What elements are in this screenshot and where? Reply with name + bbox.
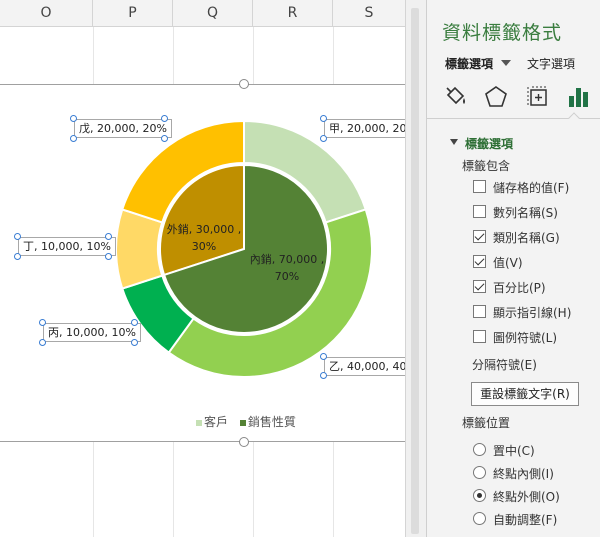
reset-label-text-button[interactable]: 重設標籤文字(R) [471, 382, 579, 406]
label-handle[interactable] [14, 253, 21, 260]
data-label-export-line2: 30% [191, 240, 217, 253]
column-header-p[interactable]: P [93, 0, 173, 27]
fill-bucket-icon[interactable] [443, 84, 469, 110]
radio-best-fit-button[interactable] [473, 512, 486, 525]
label-handle[interactable] [131, 339, 138, 346]
checkbox-series-name-box[interactable] [473, 205, 486, 218]
spreadsheet-area[interactable]: O P Q R S 甲, 20,000, 20 乙, 40,000, 40 丙,… [0, 0, 405, 537]
radio-outside-end-button[interactable] [473, 489, 486, 502]
column-header-s[interactable]: S [333, 0, 405, 27]
checkbox-category-name-label: 類別名稱(G) [493, 231, 560, 245]
label-handle[interactable] [105, 253, 112, 260]
column-headers: O P Q R S [0, 0, 405, 27]
collapse-triangle-icon[interactable] [450, 139, 458, 145]
pentagon-icon[interactable] [483, 84, 509, 110]
chevron-down-icon[interactable] [501, 60, 511, 66]
label-handle[interactable] [39, 319, 46, 326]
chart-resize-handle-top[interactable] [239, 79, 249, 89]
pane-title: 資料標籤格式 [442, 22, 563, 44]
tab-label-options[interactable]: 標籤選項 [445, 55, 493, 72]
size-properties-icon[interactable] [525, 84, 551, 110]
separator-label[interactable]: 分隔符號(E) [472, 356, 537, 373]
tab-text-options[interactable]: 文字選項 [527, 55, 575, 72]
column-header-q[interactable]: Q [173, 0, 253, 27]
radio-best-fit-label: 自動調整(F) [493, 513, 558, 527]
label-handle[interactable] [70, 135, 77, 142]
data-label-jia[interactable]: 甲, 20,000, 20 [324, 119, 405, 138]
scrollbar-thumb[interactable] [411, 8, 419, 534]
data-label-export[interactable]: 外銷, 30,000 , 30% [160, 221, 248, 255]
column-header-r[interactable]: R [253, 0, 333, 27]
data-label-domestic[interactable]: 內銷, 70,000 , 70% [244, 251, 330, 285]
section-label-options[interactable]: 標籤選項 [465, 135, 513, 152]
data-label-yi[interactable]: 乙, 40,000, 40 [324, 357, 405, 376]
checkbox-value-box[interactable] [473, 255, 486, 268]
label-position-heading: 標籤位置 [462, 416, 511, 430]
checkbox-cell-value-label: 儲存格的值(F) [493, 181, 570, 195]
checkbox-category-name-box[interactable] [473, 230, 486, 243]
data-label-export-line1: 外銷, 30,000 , [166, 223, 242, 236]
checkbox-legend-key-label: 圖例符號(L) [493, 331, 558, 345]
checkbox-cell-value-box[interactable] [473, 180, 486, 193]
outer-ring-slice-3[interactable] [115, 208, 164, 290]
label-handle[interactable] [161, 115, 168, 122]
data-label-bing[interactable]: 丙, 10,000, 10% [43, 323, 141, 342]
data-label-wu[interactable]: 戊, 20,000, 20% [74, 119, 172, 138]
active-tab-pointer [568, 112, 580, 124]
checkbox-leader-lines-label: 顯示指引線(H) [493, 306, 572, 320]
chart-legend[interactable]: 客戶 銷售性質 [196, 413, 296, 430]
label-contains-heading: 標籤包含 [462, 159, 511, 173]
bar-chart-icon[interactable] [565, 84, 591, 110]
checkbox-value-label: 值(V) [493, 256, 523, 270]
label-handle[interactable] [320, 353, 327, 360]
label-handle[interactable] [131, 319, 138, 326]
radio-center-button[interactable] [473, 443, 486, 456]
radio-inside-end-label: 終點內側(I) [493, 467, 554, 481]
column-header-o[interactable]: O [0, 0, 93, 27]
doughnut-chart[interactable] [0, 85, 405, 443]
label-handle[interactable] [14, 233, 21, 240]
checkbox-percentage-label: 百分比(P) [493, 281, 546, 295]
legend-swatch-customer [196, 419, 202, 426]
label-handle[interactable] [320, 115, 327, 122]
checkbox-leader-lines-box[interactable] [473, 305, 486, 318]
data-label-ding[interactable]: 丁, 10,000, 10% [18, 237, 116, 256]
legend-item-sales-type: 銷售性質 [247, 415, 296, 429]
legend-item-customer: 客戶 [204, 415, 229, 429]
data-label-domestic-line2: 70% [274, 270, 300, 283]
vertical-scrollbar[interactable] [405, 0, 426, 537]
checkbox-percentage-box[interactable] [473, 280, 486, 293]
label-handle[interactable] [70, 115, 77, 122]
label-handle[interactable] [105, 233, 112, 240]
checkbox-series-name-label: 數列名稱(S) [493, 206, 558, 220]
checkbox-legend-key-box[interactable] [473, 330, 486, 343]
radio-outside-end-label: 終點外側(O) [493, 490, 560, 504]
label-handle[interactable] [39, 339, 46, 346]
label-handle[interactable] [161, 135, 168, 142]
pane-icon-toolbar [437, 84, 597, 114]
label-handle[interactable] [320, 372, 327, 379]
radio-center-label: 置中(C) [493, 444, 535, 458]
legend-swatch-sales-type [239, 419, 246, 426]
data-label-domestic-line1: 內銷, 70,000 , [249, 253, 325, 266]
format-data-labels-pane: 資料標籤格式 標籤選項 文字選項 標籤選項 標籤包含 儲存格的值(F) 數列名稱… [426, 0, 600, 537]
radio-inside-end-button[interactable] [473, 466, 486, 479]
label-handle[interactable] [320, 135, 327, 142]
chart-resize-handle-bottom[interactable] [239, 437, 249, 447]
